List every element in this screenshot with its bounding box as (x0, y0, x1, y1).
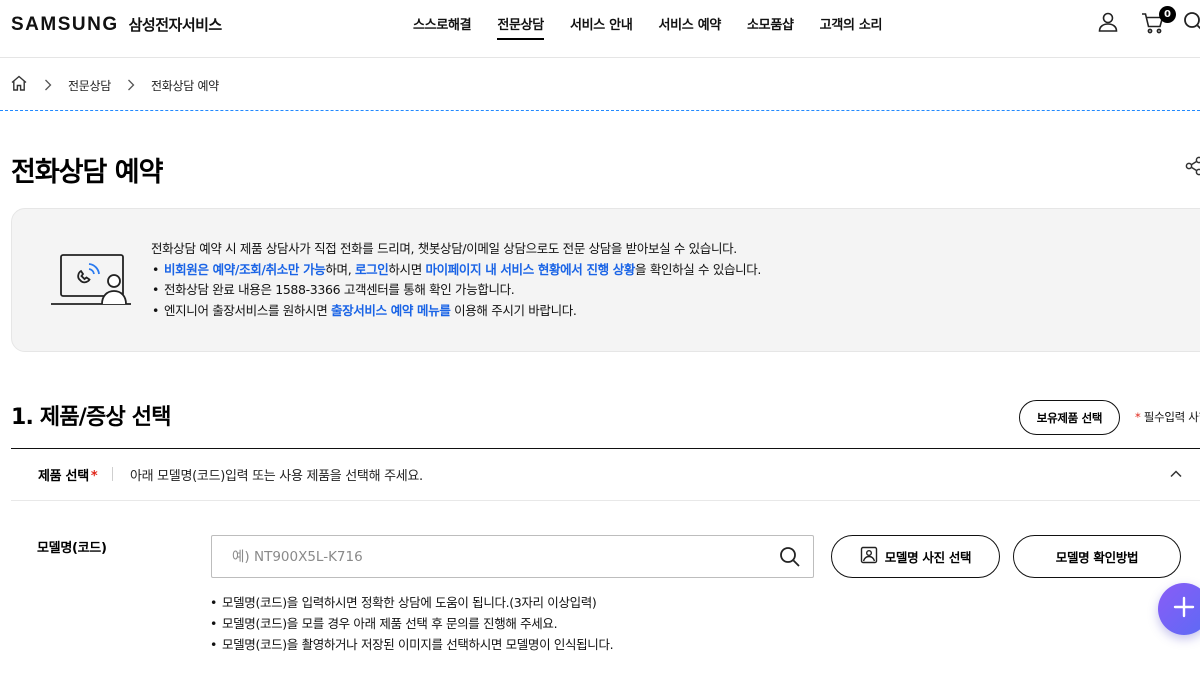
nav-item-service-guide[interactable]: 서비스 안내 (557, 0, 646, 58)
model-howto-button[interactable]: 모델명 확인방법 (1013, 535, 1181, 578)
breadcrumb-item-expert-consult[interactable]: 전문상담 (68, 77, 111, 94)
site-header: SAMSUNG 삼성전자서비스 스스로해결 전문상담 서비스 안내 서비스 예약… (0, 0, 1200, 58)
logo-subtitle: 삼성전자서비스 (128, 16, 223, 34)
user-icon[interactable] (1096, 10, 1126, 40)
note-item: 모델명(코드)을 입력하시면 정확한 상담에 도움이 됩니다.(3자리 이상입력… (209, 592, 613, 613)
cart-icon[interactable]: 0 (1140, 6, 1176, 40)
required-note-text: 필수입력 사항 (1143, 410, 1200, 424)
breadcrumb: 전문상담 전화상담 예약 (10, 74, 219, 96)
page-title: 전화상담 예약 (11, 157, 163, 188)
samsung-logo[interactable]: SAMSUNG 삼성전자서비스 (11, 14, 222, 36)
required-field-note: * 필수입력 사항 (1135, 409, 1200, 425)
model-photo-select-button[interactable]: 모델명 사진 선택 (831, 535, 1000, 578)
home-icon[interactable] (10, 74, 28, 96)
cart-count-badge: 0 (1159, 6, 1176, 23)
info-text-fragment: 엔지니어 출장서비스를 원하시면 (164, 302, 331, 318)
breadcrumb-item-current: 전화상담 예약 (150, 78, 219, 93)
product-select-description: 아래 모델명(코드)입력 또는 사용 제품을 선택해 주세요. (130, 469, 423, 484)
info-bullet-visit-service: 엔지니어 출장서비스를 원하시면 출장서비스 예약 메뉴를 이용해 주시기 바랍… (151, 301, 851, 322)
nav-item-label: 고객의 소리 (819, 18, 883, 33)
nav-item-label: 소모품샵 (747, 18, 794, 33)
search-icon[interactable] (1182, 10, 1200, 40)
visit-service-menu-link[interactable]: 출장서비스 예약 메뉴를 (331, 303, 451, 318)
chevron-up-icon[interactable] (1167, 465, 1185, 483)
info-bullet-login: 비회원은 예약/조회/취소만 가능하며, 로그인하시면 마이페이지 내 서비스 … (151, 260, 851, 281)
login-link[interactable]: 로그인 (355, 262, 389, 277)
share-icon[interactable] (1183, 155, 1200, 177)
nav-item-label: 서비스 안내 (569, 18, 633, 33)
search-icon[interactable] (778, 545, 802, 569)
plus-icon (1172, 595, 1196, 623)
info-highlight: 비회원은 예약/조회/취소만 가능 (164, 261, 326, 277)
mypage-service-status-link[interactable]: 마이페이지 내 서비스 현황에서 진행 상황 (425, 262, 635, 277)
model-input-notes: 모델명(코드)을 입력하시면 정확한 상담에 도움이 됩니다.(3자리 이상입력… (209, 592, 614, 655)
info-text-fragment: 하며, (325, 261, 355, 277)
breadcrumb-divider (0, 110, 1200, 111)
info-bullet-callcenter: 전화상담 완료 내용은 1588-3366 고객센터를 통해 확인 가능합니다. (151, 280, 851, 301)
logo-wordmark: SAMSUNG (11, 14, 119, 35)
model-search-box (211, 535, 814, 578)
info-notice-text: 전화상담 예약 시 제품 상담사가 직접 전화를 드리며, 챗봇상담/이메일 상… (151, 239, 851, 321)
chevron-right-icon (127, 79, 135, 91)
section-title-product-symptom: 1. 제품/증상 선택 (11, 405, 171, 430)
info-notice-box: 전화상담 예약 시 제품 상담사가 직접 전화를 드리며, 챗봇상담/이메일 상… (11, 208, 1200, 352)
nav-item-customer-voice[interactable]: 고객의 소리 (807, 0, 896, 58)
product-select-label: 제품 선택 * (38, 465, 98, 484)
info-intro: 전화상담 예약 시 제품 상담사가 직접 전화를 드리며, 챗봇상담/이메일 상… (151, 241, 737, 256)
chevron-right-icon (44, 79, 52, 91)
info-bullets: 비회원은 예약/조회/취소만 가능하며, 로그인하시면 마이페이지 내 서비스 … (151, 260, 851, 322)
model-code-input[interactable] (212, 536, 772, 577)
nav-item-expert-consult[interactable]: 전문상담 (484, 0, 557, 58)
note-item: 모델명(코드)을 모를 경우 아래 제품 선택 후 문의를 진행해 주세요. (209, 613, 613, 634)
note-item: 모델명(코드)을 촬영하거나 저장된 이미지를 선택하시면 모델명이 인식됩니다… (209, 634, 614, 655)
info-text-fragment: 하시면 (388, 261, 426, 277)
label-divider (112, 467, 113, 481)
product-select-row[interactable]: 제품 선택 * 아래 모델명(코드)입력 또는 사용 제품을 선택해 주세요. (11, 449, 1200, 501)
photo-button-label: 모델명 사진 선택 (884, 550, 972, 565)
nav-item-label: 서비스 예약 (658, 18, 722, 33)
model-code-label: 모델명(코드) (37, 541, 107, 556)
floating-plus-button[interactable] (1158, 583, 1200, 635)
info-text-fragment: 이용해 주시기 바랍니다. (450, 302, 577, 318)
nav-item-self-solve[interactable]: 스스로해결 (400, 0, 484, 58)
nav-item-label: 스스로해결 (413, 18, 472, 33)
nav-item-service-reservation[interactable]: 서비스 예약 (645, 0, 734, 58)
nav-item-parts-shop[interactable]: 소모품샵 (734, 0, 807, 58)
own-product-select-button[interactable]: 보유제품 선택 (1019, 400, 1120, 435)
required-star: * (90, 469, 98, 484)
phone-consult-illustration (49, 246, 133, 312)
nav-item-label: 전문상담 (497, 14, 544, 40)
image-icon (860, 546, 878, 567)
product-label-text: 제품 선택 (38, 469, 89, 484)
main-nav: 스스로해결 전문상담 서비스 안내 서비스 예약 소모품샵 고객의 소리 (400, 0, 895, 58)
info-text-fragment: 을 확인하실 수 있습니다. (635, 261, 762, 277)
